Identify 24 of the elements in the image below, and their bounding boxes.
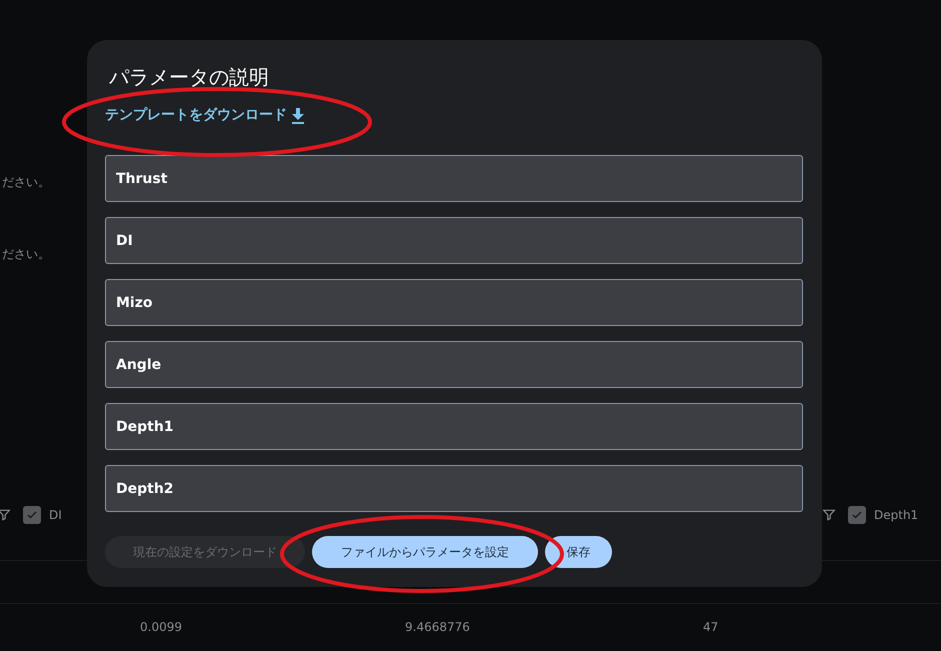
input-field[interactable]: Angle	[105, 341, 803, 388]
check-icon	[851, 509, 863, 521]
column-label: DI	[49, 507, 62, 524]
input-field[interactable]: Mizo	[105, 279, 803, 326]
input-field[interactable]: Thrust	[105, 155, 803, 202]
hint-text: ださい。	[1, 174, 50, 190]
table-cell-text: 0.0099	[140, 619, 182, 636]
action-button[interactable]: ファイルからパラメータを設定	[312, 536, 538, 568]
dialog-title: パラメータの説明	[108, 64, 270, 90]
template-download-link[interactable]: テンプレートをダウンロード	[105, 105, 305, 126]
column-label: Depth1	[874, 507, 918, 524]
check-icon	[26, 509, 38, 521]
table-cell-text: 9.4668776	[405, 619, 470, 636]
filter-icon[interactable]	[0, 508, 11, 522]
table-cell-text: 47	[703, 619, 718, 636]
input-field[interactable]: Depth2	[105, 465, 803, 512]
checkbox[interactable]	[23, 506, 41, 524]
action-button[interactable]: 保存	[545, 536, 612, 568]
filter-icon[interactable]	[822, 508, 836, 522]
input-field[interactable]: Depth1	[105, 403, 803, 450]
input-field[interactable]: DI	[105, 217, 803, 264]
checkbox[interactable]	[848, 506, 866, 524]
download-icon	[291, 108, 305, 124]
hint-text: ださい。	[1, 246, 50, 262]
